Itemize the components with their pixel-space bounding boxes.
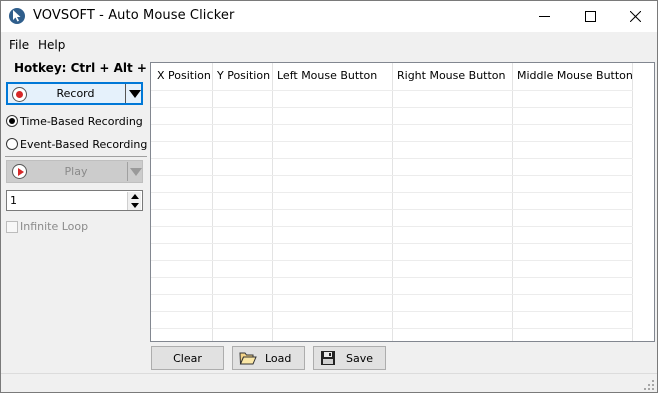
spin-up-icon[interactable] [127,192,141,201]
load-button-label: Load [265,352,292,365]
column-left-mouse-button[interactable]: Left Mouse Button [277,69,377,82]
grid-line [392,63,393,341]
column-y-position[interactable]: Y Position [217,69,270,82]
record-button-label: Record [56,87,95,100]
maximize-icon [585,11,596,22]
minimize-icon [539,16,550,17]
repeat-count-value[interactable]: 1 [10,194,17,207]
record-icon [12,87,27,102]
app-window: VOVSOFT - Auto Mouse Clicker File Help H… [0,0,658,393]
time-based-radio[interactable] [6,115,18,127]
close-icon [630,11,641,22]
time-based-label[interactable]: Time-Based Recording [20,115,143,128]
status-bar [1,373,657,392]
grid-line [151,294,633,295]
menu-bar: File Help [1,32,657,58]
minimize-button[interactable] [522,1,568,32]
save-button-label: Save [346,352,374,365]
grid-line [151,192,633,193]
play-button-label: Play [64,165,88,178]
play-icon [12,164,27,179]
grid-line [212,63,213,341]
spin-down-icon[interactable] [127,201,141,210]
open-folder-icon [239,352,257,365]
clear-button-label: Clear [173,352,202,365]
grid-line [151,260,633,261]
grid-line [151,277,633,278]
repeat-count-spinner[interactable]: 1 [6,190,143,211]
infinite-loop-label[interactable]: Infinite Loop [20,220,88,233]
menu-help[interactable]: Help [38,38,65,52]
column-x-position[interactable]: X Position [157,69,211,82]
recorded-actions-grid[interactable]: X Position Y Position Left Mouse Button … [150,62,655,342]
grid-line [151,90,633,91]
load-button[interactable]: Load [232,346,305,370]
chevron-down-icon[interactable] [130,168,142,176]
grid-line [151,124,633,125]
event-based-label[interactable]: Event-Based Recording [20,138,147,151]
split-divider [127,162,128,181]
infinite-loop-checkbox[interactable] [6,221,18,233]
grid-line [151,209,633,210]
grid-line [151,328,633,329]
clear-button[interactable]: Clear [151,346,224,370]
window-title: VOVSOFT - Auto Mouse Clicker [33,8,235,23]
grid-line [151,107,633,108]
grid-line [151,158,633,159]
title-bar[interactable]: VOVSOFT - Auto Mouse Clicker [1,1,657,32]
grid-header: X Position Y Position Left Mouse Button … [151,63,654,90]
column-right-mouse-button[interactable]: Right Mouse Button [397,69,506,82]
grid-line [151,141,633,142]
grid-line [512,63,513,341]
grid-line [151,243,633,244]
save-button[interactable]: Save [313,346,386,370]
grid-line [632,63,633,341]
resize-grip-icon[interactable] [644,380,654,390]
split-divider [125,84,126,103]
floppy-disk-icon [321,351,335,365]
event-based-radio[interactable] [6,138,18,150]
chevron-down-icon[interactable] [129,90,141,98]
grid-line [272,63,273,341]
maximize-button[interactable] [568,1,614,32]
close-button[interactable] [613,1,658,32]
record-button[interactable]: Record [6,82,143,105]
cursor-app-icon [9,8,25,24]
menu-file[interactable]: File [9,38,29,52]
hotkey-label: Hotkey: Ctrl + Alt + V [14,61,161,75]
play-button[interactable]: Play [6,160,143,183]
grid-line [151,175,633,176]
grid-line [151,311,633,312]
column-middle-mouse-button[interactable]: Middle Mouse Button [517,69,633,82]
grid-line [151,226,633,227]
divider [5,156,147,157]
